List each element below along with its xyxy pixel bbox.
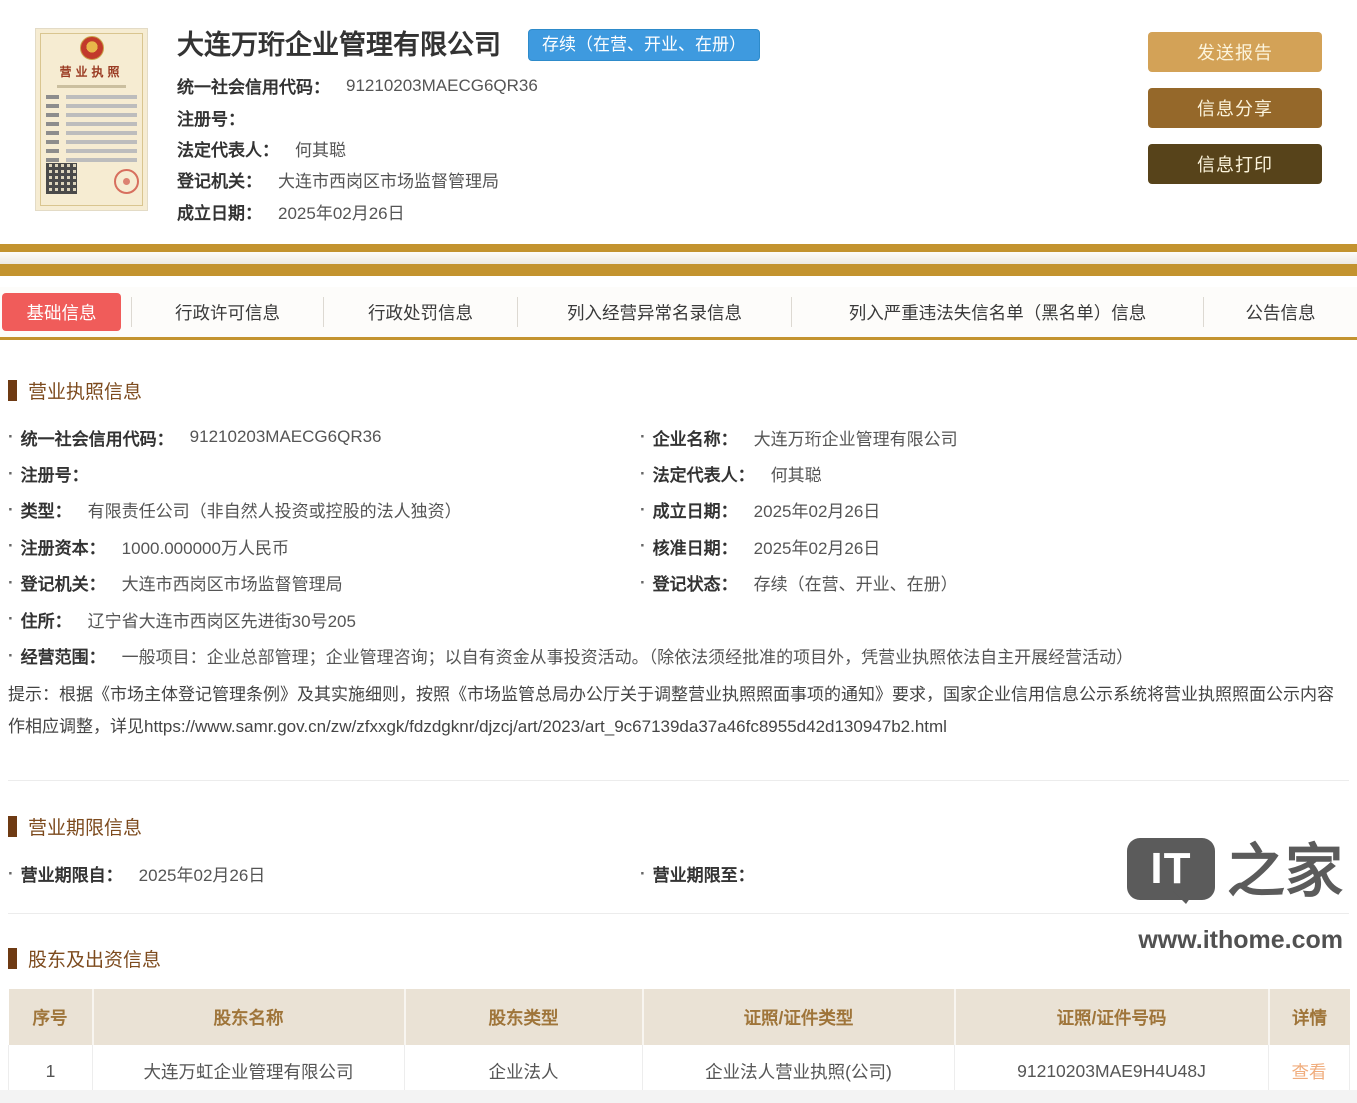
header-field-reg-number: 注册号： — [177, 109, 245, 129]
field-company-name: 企业名称： 大连万珩企业管理有限公司 — [640, 419, 1349, 455]
license-red-seal-icon — [114, 169, 139, 194]
header-field-establish-date: 成立日期： 2025年02月26日 — [177, 203, 405, 223]
field-reg-status: 登记状态： 存续（在营、开业、在册） — [640, 565, 1349, 601]
business-term-fields: 营业期限自： 2025年02月26日 营业期限至： — [8, 856, 1349, 892]
field-approval-date: 核准日期： 2025年02月26日 — [640, 528, 1349, 564]
field-registered-capital: 注册资本： 1000.000000万人民币 — [8, 528, 640, 564]
section-title-business-term: 营业期限信息 — [8, 813, 1349, 840]
col-header-index: 序号 — [8, 989, 93, 1046]
view-detail-link[interactable]: 查看 — [1292, 1062, 1327, 1082]
field-credit-code: 统一社会信用代码： 91210203MAECG6QR36 — [8, 419, 640, 455]
section-title-shareholders: 股东及出资信息 — [8, 945, 1349, 972]
status-badge: 存续（在营、开业、在册） — [528, 29, 760, 61]
header-field-credit-code: 统一社会信用代码： 91210203MAECG6QR36 — [177, 75, 538, 98]
header-field-legal-rep: 法定代表人： 何其聪 — [177, 140, 346, 160]
share-info-button[interactable]: 信息分享 — [1148, 88, 1322, 128]
tab-announcement-info[interactable]: 公告信息 — [1203, 297, 1357, 327]
tab-basic-info[interactable]: 基础信息 — [0, 292, 131, 332]
tab-serious-violation-blacklist[interactable]: 列入严重违法失信名单（黑名单）信息 — [791, 297, 1203, 327]
field-term-from: 营业期限自： 2025年02月26日 — [8, 856, 640, 892]
section-title-business-license: 营业执照信息 — [8, 377, 1349, 404]
section-bar — [8, 815, 17, 837]
field-business-scope: 经营范围： 一般项目：企业总部管理；企业管理咨询；以自有资金从事投资活动。（除依… — [8, 637, 1349, 673]
shareholder-table-header-row: 序号 股东名称 股东类型 证照/证件类型 证照/证件号码 详情 — [8, 989, 1350, 1046]
license-qr-code — [46, 163, 77, 194]
print-info-button[interactable]: 信息打印 — [1148, 144, 1322, 184]
tab-bar: 基础信息 行政许可信息 行政处罚信息 列入经营异常名录信息 列入严重违法失信名单… — [0, 287, 1357, 340]
col-header-shareholder-type: 股东类型 — [403, 989, 643, 1046]
header-field-reg-authority: 登记机关： 大连市西岗区市场监督管理局 — [177, 172, 499, 192]
gold-divider-stripes — [0, 244, 1357, 276]
send-report-button[interactable]: 发送报告 — [1148, 32, 1322, 72]
tab-gap — [0, 276, 1357, 287]
tab-administrative-license[interactable]: 行政许可信息 — [131, 297, 323, 327]
header-fields: 统一社会信用代码： 91210203MAECG6QR36 注册号： 法定代表人：… — [177, 70, 760, 227]
field-term-to: 营业期限至： — [640, 856, 1349, 892]
main-content: 营业执照信息 统一社会信用代码： 91210203MAECG6QR36 企业名称… — [0, 377, 1357, 1100]
col-header-shareholder-name: 股东名称 — [91, 989, 405, 1046]
tab-administrative-penalty[interactable]: 行政处罚信息 — [323, 297, 517, 327]
section-divider — [8, 779, 1349, 781]
license-adjustment-notice: 提示：根据《市场主体登记管理条例》及其实施细则，按照《市场监管总局办公厅关于调整… — [8, 684, 1334, 736]
col-header-detail: 详情 — [1267, 989, 1350, 1046]
business-license-fields: 统一社会信用代码： 91210203MAECG6QR36 企业名称： 大连万珩企… — [8, 419, 1349, 674]
tab-abnormal-operation-list[interactable]: 列入经营异常名录信息 — [517, 297, 791, 327]
field-establish-date: 成立日期： 2025年02月26日 — [640, 492, 1349, 528]
section-bar — [8, 948, 17, 970]
company-title: 大连万珩企业管理有限公司 — [177, 30, 501, 60]
field-company-type: 类型： 有限责任公司（非自然人投资或控股的法人独资） — [8, 492, 640, 528]
page-header: 营业执照 大连万珩企业管理有限公司 存续（在营、开业、在册） 统一社会信用代码：… — [0, 0, 1357, 244]
field-legal-rep: 法定代表人： 何其聪 — [640, 455, 1349, 491]
field-reg-number: 注册号： — [8, 455, 640, 491]
header-action-buttons: 发送报告 信息分享 信息打印 — [1148, 32, 1322, 184]
col-header-cert-type: 证照/证件类型 — [641, 989, 955, 1046]
page-bottom-strip — [0, 1090, 1357, 1103]
field-address: 住所： 辽宁省大连市西岗区先进街30号205 — [8, 601, 640, 637]
business-license-thumbnail: 营业执照 — [35, 28, 148, 211]
shareholder-table: 序号 股东名称 股东类型 证照/证件类型 证照/证件号码 详情 1 大连万虹企业… — [8, 989, 1350, 1100]
section-divider — [8, 913, 1349, 915]
field-reg-authority: 登记机关： 大连市西岗区市场监督管理局 — [8, 565, 640, 601]
section-bar — [8, 380, 17, 401]
tab-basic-info-pill[interactable]: 基础信息 — [2, 293, 121, 331]
col-header-cert-number: 证照/证件号码 — [953, 989, 1269, 1046]
